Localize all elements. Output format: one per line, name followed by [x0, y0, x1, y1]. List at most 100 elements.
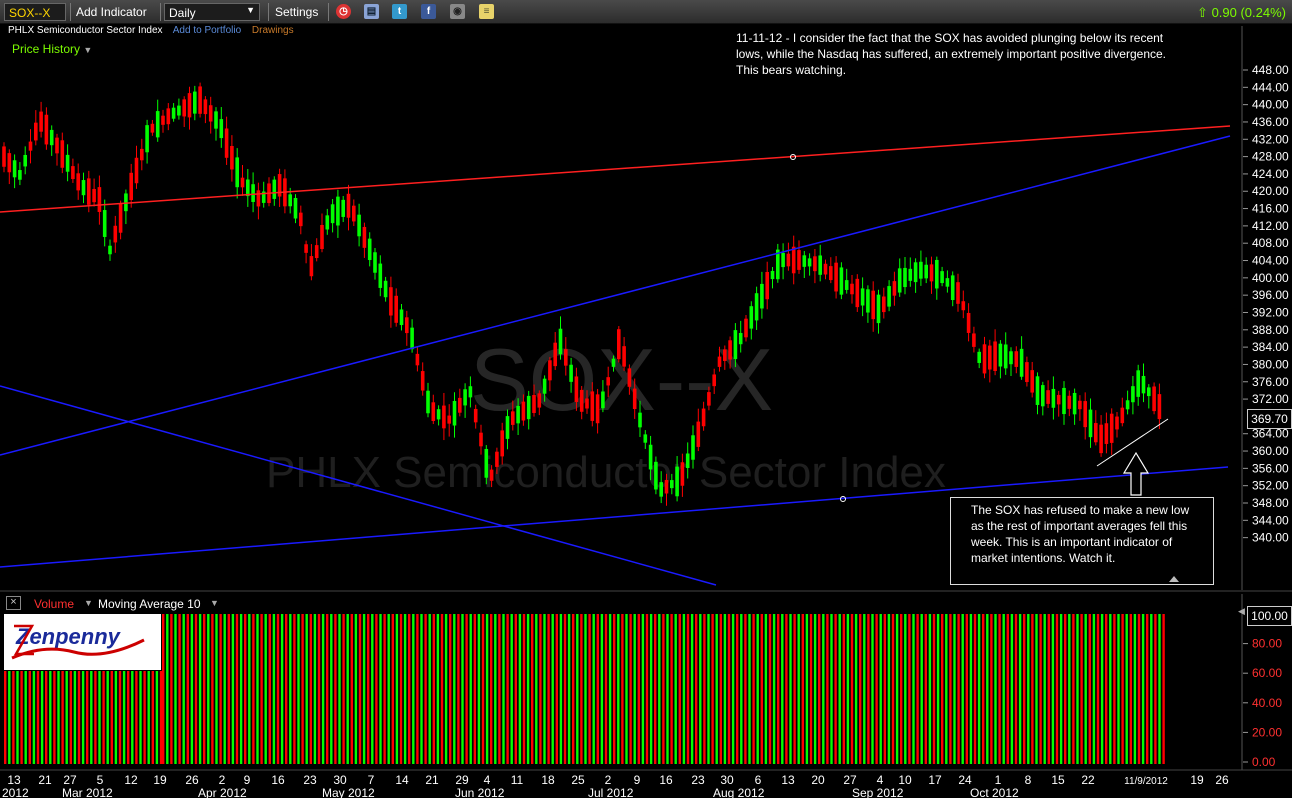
volume-bar: [850, 614, 854, 764]
volume-axis: 80.00 60.00 40.00 20.00 0.00: [1243, 637, 1282, 769]
candle-body: [850, 283, 854, 295]
candle-body: [288, 194, 292, 207]
volume-bar: [114, 671, 118, 764]
candle-body: [813, 256, 817, 272]
candle-body: [118, 203, 123, 233]
volume-bar: [170, 614, 173, 764]
candle-body: [998, 343, 1003, 367]
volume-bar: [61, 671, 64, 764]
volume-bar: [1051, 614, 1055, 764]
candle-body: [982, 344, 987, 374]
price-tick-label: 404.00: [1252, 254, 1289, 268]
annotation-box[interactable]: The SOX has refused to make a new low as…: [950, 497, 1214, 585]
watermark-name: PHLX Semiconductor Sector Index: [266, 448, 946, 497]
price-tick-label: 408.00: [1252, 236, 1289, 250]
candle-body: [246, 179, 250, 197]
volume-bar: [326, 614, 329, 764]
moving-average-label[interactable]: Moving Average 10: [98, 597, 201, 611]
volume-bar: [1018, 614, 1022, 764]
candle-body: [564, 349, 568, 366]
volume-bar: [1121, 614, 1124, 764]
volume-bar: [580, 614, 583, 764]
volume-bar: [313, 614, 317, 764]
candle-body: [786, 253, 791, 267]
candle-body: [892, 281, 897, 296]
volume-bar: [887, 614, 891, 764]
candle-body: [617, 329, 621, 360]
volume-bar: [977, 614, 981, 764]
candle-body: [304, 244, 308, 253]
candle-body: [505, 416, 510, 439]
panel-left-arrow-icon[interactable]: ◀: [1238, 606, 1245, 617]
volume-bar: [461, 614, 464, 764]
volume-bar: [506, 614, 509, 764]
candle-body: [76, 173, 80, 191]
volume-bar: [387, 614, 390, 764]
date-tick-label: 27: [843, 773, 857, 787]
candle-body: [1147, 387, 1151, 397]
volume-bar: [637, 614, 640, 764]
candle-body: [648, 444, 653, 470]
volume-bar: [182, 614, 185, 764]
candle-body: [49, 129, 54, 146]
volume-bar: [830, 614, 833, 764]
candle-body: [585, 398, 589, 409]
price-tick-label: 416.00: [1252, 202, 1289, 216]
price-tick-label: 376.00: [1252, 375, 1289, 389]
date-tick-label: 25: [571, 773, 585, 787]
date-tick-label: 13: [7, 773, 21, 787]
candle-body: [198, 86, 202, 114]
date-tick-label: 7: [368, 773, 375, 787]
candle-body: [97, 187, 102, 212]
red-resistance-line[interactable]: [0, 125, 1231, 213]
candle-body: [553, 342, 557, 367]
price-chart[interactable]: SOX--X PHLX Semiconductor Sector Index 4…: [0, 0, 1292, 798]
candle-body: [802, 255, 807, 267]
candle-body: [208, 105, 213, 122]
volume-label[interactable]: Volume: [34, 597, 74, 611]
candle-body: [807, 258, 812, 267]
volume-bar: [1137, 614, 1141, 764]
volume-bar: [719, 614, 722, 764]
volume-bar: [797, 614, 800, 764]
candle-body: [373, 252, 377, 273]
volume-bar: [916, 614, 919, 764]
candle-body: [685, 453, 690, 468]
volume-bar: [1125, 614, 1128, 764]
volume-bar: [178, 614, 181, 764]
price-tick-label: 412.00: [1252, 219, 1289, 233]
volume-bar: [1031, 614, 1034, 764]
month-label: Mar 2012: [62, 786, 113, 798]
volume-bars: [4, 614, 1165, 764]
volume-bar: [900, 614, 903, 764]
volume-bar: [863, 614, 866, 764]
candle-body: [770, 270, 775, 280]
date-tick-label: 15: [1051, 773, 1065, 787]
chevron-down-icon[interactable]: ▼: [84, 598, 93, 608]
candle-body: [2, 146, 6, 167]
candle-body: [442, 405, 446, 429]
candle-body: [1094, 423, 1098, 443]
price-tick-label: 348.00: [1252, 496, 1289, 510]
candle-body: [670, 480, 674, 489]
chevron-down-icon[interactable]: ▼: [210, 598, 219, 608]
volume-bar: [658, 614, 661, 764]
candle-body: [1109, 413, 1114, 443]
candle-body: [129, 172, 133, 200]
candle-body: [7, 153, 12, 173]
volume-bar: [969, 614, 973, 764]
volume-bar: [1133, 614, 1137, 764]
volume-bar: [481, 614, 485, 764]
volume-bar: [1158, 614, 1161, 764]
candle-body: [230, 145, 234, 170]
volume-bar: [1150, 614, 1153, 764]
volume-bar: [809, 614, 813, 764]
candle-body: [357, 214, 361, 237]
close-icon[interactable]: ×: [6, 596, 21, 610]
volume-bar: [1105, 614, 1108, 764]
candle-body: [293, 197, 298, 219]
candle-body: [956, 282, 960, 304]
resize-handle-icon[interactable]: [1169, 576, 1179, 582]
volume-bar: [256, 614, 259, 764]
candle-body: [1051, 388, 1056, 408]
